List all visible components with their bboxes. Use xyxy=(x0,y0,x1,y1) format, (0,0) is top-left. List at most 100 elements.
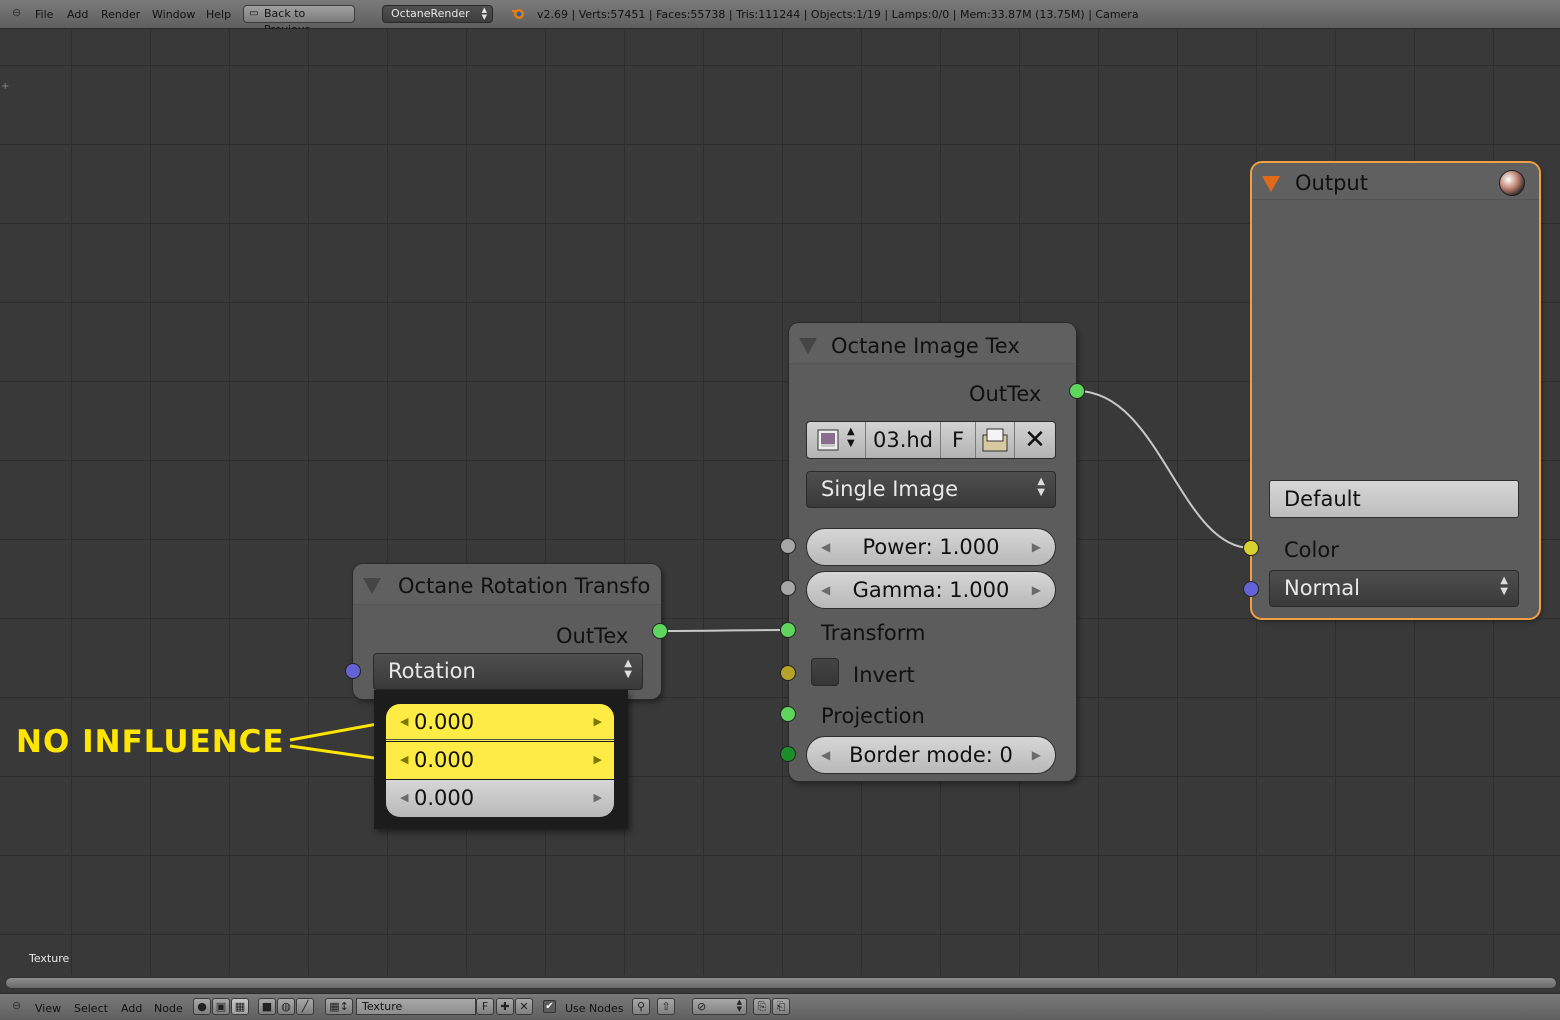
fake-user-label: F xyxy=(951,428,965,452)
node-title: Octane Image Tex xyxy=(831,334,1020,358)
unlink-image-button[interactable]: ✕ xyxy=(1015,422,1055,458)
power-value: Power: 1.000 xyxy=(862,535,1000,559)
decrement-arrow-icon[interactable]: ◀ xyxy=(400,780,408,816)
socket-rotation-input[interactable] xyxy=(345,663,361,679)
node-rotation-transform[interactable]: Octane Rotation Transfo OutTex Rotation … xyxy=(353,564,661,699)
compositing-nodes-icon[interactable]: ▣ xyxy=(212,998,230,1015)
decrement-arrow-icon[interactable]: ◀ xyxy=(400,742,408,778)
shader-nodes-icon[interactable]: ● xyxy=(193,998,211,1015)
texture-nodes-icon[interactable]: ▦ xyxy=(231,998,249,1015)
link-rotation-to-transform xyxy=(659,629,789,632)
socket-power[interactable] xyxy=(780,538,796,554)
add-texture-icon[interactable]: ✚ xyxy=(496,998,514,1015)
socket-imagetex-outtex[interactable] xyxy=(1069,383,1085,399)
socket-output-normal[interactable] xyxy=(1243,581,1259,597)
increment-arrow-icon[interactable]: ▶ xyxy=(1032,572,1041,608)
normal-dropdown-label: Normal xyxy=(1284,576,1360,600)
socket-projection[interactable] xyxy=(780,706,796,722)
pin-icon[interactable]: ⚲ xyxy=(632,998,650,1015)
output-label: OutTex xyxy=(969,382,1042,406)
node-header[interactable]: Octane Image Tex xyxy=(789,323,1076,364)
editor-type-icon[interactable]: ⊖ xyxy=(12,999,21,1012)
rotation-z-value: 0.000 xyxy=(414,786,475,810)
updown-icon: ▲ ▼ xyxy=(624,658,632,680)
socket-output-color[interactable] xyxy=(1243,540,1259,556)
rotation-values-popup: ◀ 0.000 ▶ ◀ 0.000 ▶ ◀ 0.000 ▶ xyxy=(374,690,628,829)
world-icon[interactable]: ◍ xyxy=(277,998,295,1015)
menu-add[interactable]: Add xyxy=(121,1002,142,1015)
image-browse-button[interactable]: ▲ ▼ xyxy=(807,422,866,458)
node-title: Output xyxy=(1295,171,1368,195)
collapse-triangle-icon[interactable] xyxy=(1262,176,1280,192)
unlink-texture-icon[interactable]: ✕ xyxy=(515,998,533,1015)
projection-label: Projection xyxy=(821,704,925,728)
texture-name: Texture xyxy=(362,1000,403,1013)
updown-icon: ▲ ▼ xyxy=(847,426,855,449)
socket-transform[interactable] xyxy=(780,622,796,638)
paste-nodes-icon[interactable]: ⎗ xyxy=(772,998,790,1015)
collapse-triangle-icon[interactable] xyxy=(363,578,381,594)
fake-user-label: F xyxy=(481,1000,489,1013)
socket-rotation-outtex[interactable] xyxy=(652,623,668,639)
increment-arrow-icon[interactable]: ▶ xyxy=(1032,529,1041,565)
link-imagetex-to-color xyxy=(1076,390,1252,549)
image-icon xyxy=(817,429,839,451)
socket-gamma[interactable] xyxy=(780,580,796,596)
default-button-label: Default xyxy=(1284,487,1361,511)
texture-browse-icon[interactable]: ▦↕ xyxy=(325,998,353,1015)
image-datablock[interactable]: ▲ ▼ 03.hd F ✕ xyxy=(806,421,1056,459)
node-header[interactable]: Octane Rotation Transfo xyxy=(353,564,661,605)
transform-label: Transform xyxy=(821,621,926,645)
decrement-arrow-icon[interactable]: ◀ xyxy=(821,529,830,565)
updown-icon: ▲ ▼ xyxy=(1500,575,1508,597)
menu-node[interactable]: Node xyxy=(154,1002,183,1015)
editor-context-label: Texture xyxy=(29,952,70,965)
image-type-dropdown[interactable]: Single Image ▲ ▼ xyxy=(806,471,1056,508)
invert-label: Invert xyxy=(853,663,915,687)
menu-view[interactable]: View xyxy=(35,1002,61,1015)
material-preview-icon[interactable] xyxy=(1499,170,1525,196)
decrement-arrow-icon[interactable]: ◀ xyxy=(400,704,408,740)
node-octane-image-tex[interactable]: Octane Image Tex OutTex ▲ ▼ 03.hd F ✕ Sin… xyxy=(789,323,1076,781)
increment-arrow-icon[interactable]: ▶ xyxy=(594,780,602,816)
horizontal-scrollbar[interactable] xyxy=(5,977,1557,989)
increment-arrow-icon[interactable]: ▶ xyxy=(1032,737,1041,773)
increment-arrow-icon[interactable]: ▶ xyxy=(594,704,602,740)
socket-border-mode[interactable] xyxy=(780,746,796,762)
power-field[interactable]: ◀ Power: 1.000 ▶ xyxy=(806,528,1056,566)
snap-icon[interactable]: ⊘ ▲ ▼ xyxy=(692,998,747,1015)
normal-dropdown[interactable]: Normal ▲ ▼ xyxy=(1269,570,1519,607)
rotation-x-field[interactable]: ◀ 0.000 ▶ xyxy=(386,704,614,741)
updown-icon: ▲ ▼ xyxy=(736,998,742,1013)
rotation-z-field[interactable]: ◀ 0.000 ▶ xyxy=(386,780,614,817)
invert-checkbox[interactable] xyxy=(811,658,839,686)
node-header[interactable]: Output xyxy=(1252,163,1539,200)
rotation-x-value: 0.000 xyxy=(414,710,475,734)
collapse-triangle-icon[interactable] xyxy=(799,338,817,354)
fake-user-button[interactable]: F xyxy=(941,422,976,458)
use-nodes-label: Use Nodes xyxy=(565,1002,624,1015)
brush-icon[interactable]: ╱ xyxy=(296,998,314,1015)
output-label: OutTex xyxy=(556,624,629,648)
menu-select[interactable]: Select xyxy=(74,1002,108,1015)
decrement-arrow-icon[interactable]: ◀ xyxy=(821,737,830,773)
node-output[interactable]: Output Default Color Normal ▲ ▼ xyxy=(1252,163,1539,618)
object-icon[interactable]: ■ xyxy=(258,998,276,1015)
decrement-arrow-icon[interactable]: ◀ xyxy=(821,572,830,608)
open-image-button[interactable] xyxy=(976,422,1015,458)
gamma-field[interactable]: ◀ Gamma: 1.000 ▶ xyxy=(806,571,1056,609)
socket-invert[interactable] xyxy=(780,665,796,681)
default-button[interactable]: Default xyxy=(1269,480,1519,518)
node-editor-header: ⊖ View Select Add Node ● ▣ ▦ ■ ◍ ╱ ▦↕ Te… xyxy=(0,993,1560,1020)
go-to-parent-icon[interactable]: ⇧ xyxy=(657,998,675,1015)
increment-arrow-icon[interactable]: ▶ xyxy=(594,742,602,778)
use-nodes-checkbox[interactable]: ✔ xyxy=(543,1000,556,1013)
rotation-mode-dropdown[interactable]: Rotation ▲ ▼ xyxy=(373,653,643,690)
image-name-field[interactable]: 03.hd xyxy=(866,422,941,458)
image-type-label: Single Image xyxy=(821,477,959,501)
border-mode-field[interactable]: ◀ Border mode: 0 ▶ xyxy=(806,736,1056,774)
fake-user-button[interactable]: F xyxy=(476,998,494,1015)
copy-nodes-icon[interactable]: ⎘ xyxy=(753,998,771,1015)
texture-name-field[interactable]: Texture xyxy=(356,998,476,1015)
rotation-y-field[interactable]: ◀ 0.000 ▶ xyxy=(386,742,614,779)
